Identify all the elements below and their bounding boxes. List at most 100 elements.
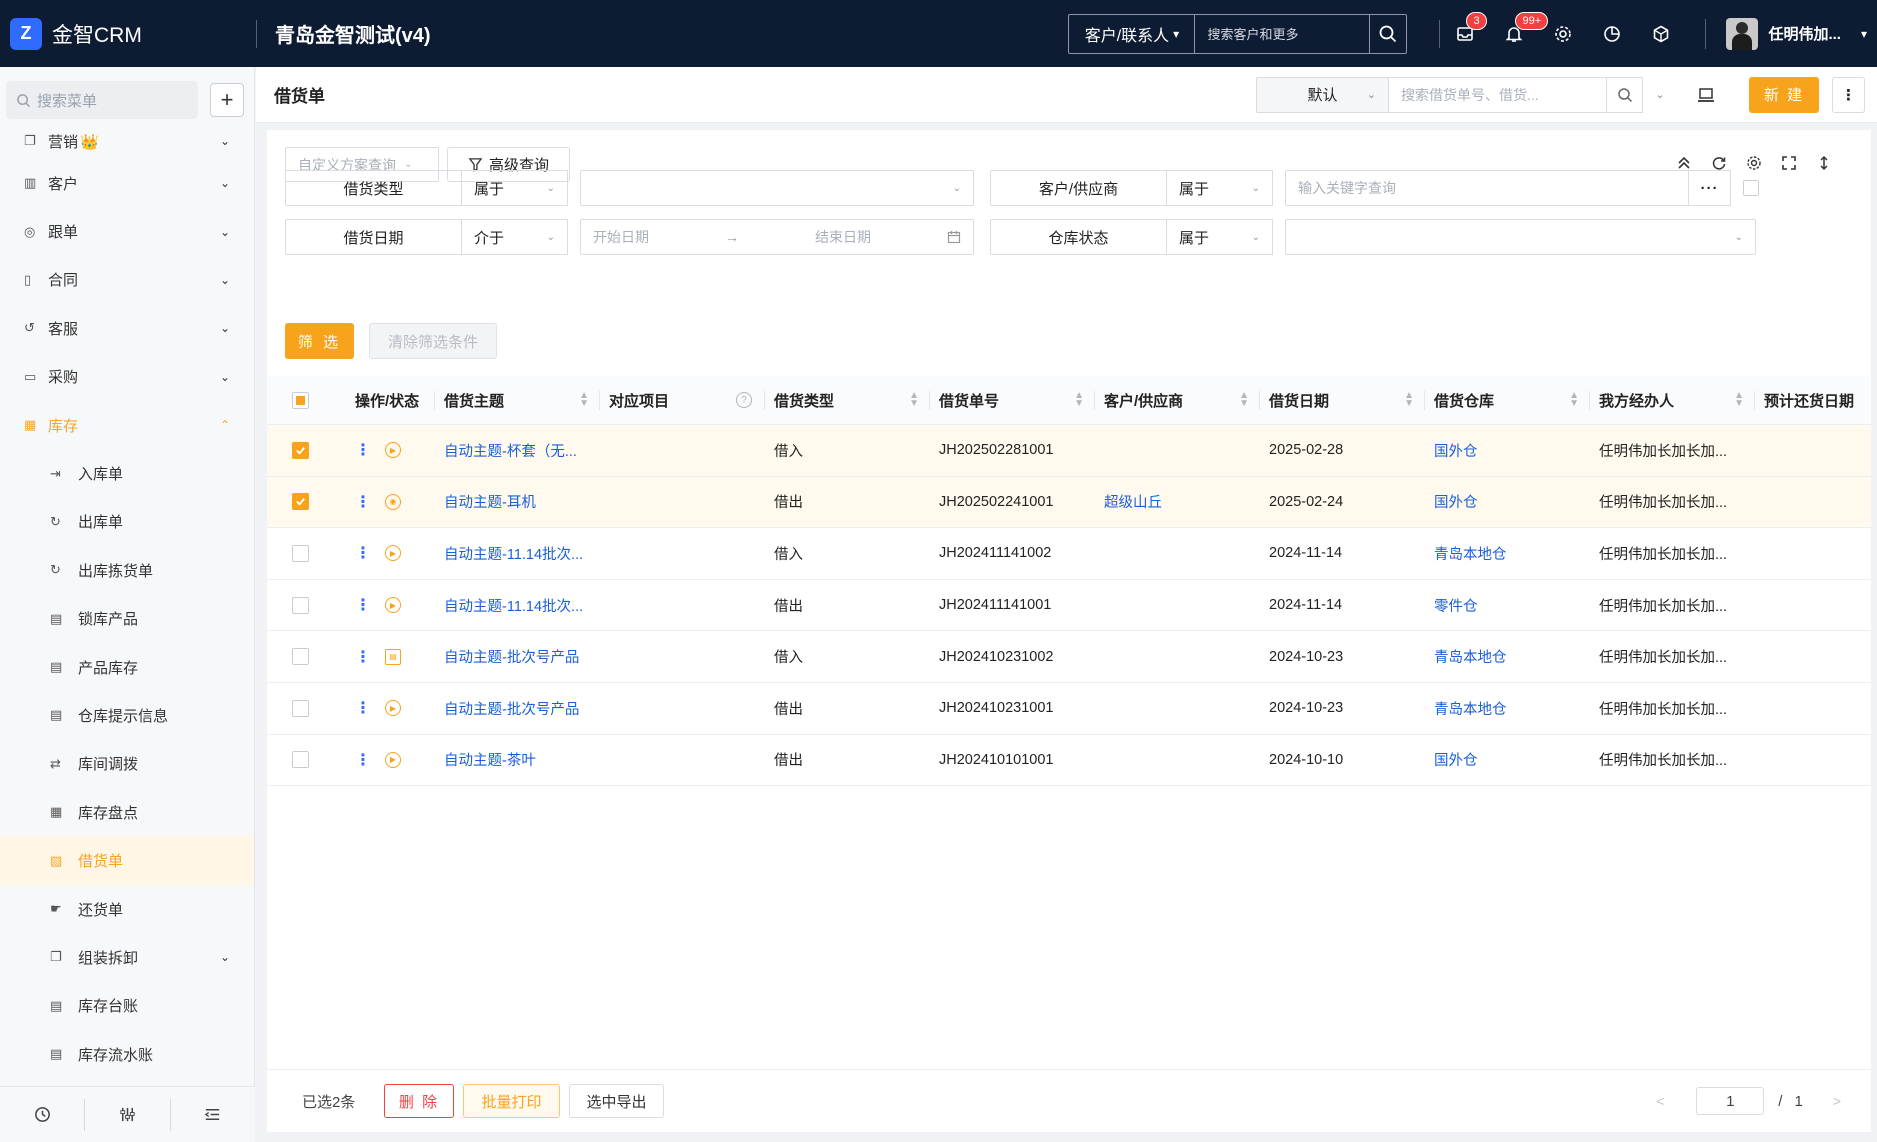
sidebar-item-transfer[interactable]: ⇄ 库间调拨 xyxy=(0,740,254,788)
warehouse-link[interactable]: 零件仓 xyxy=(1434,595,1478,616)
record-search-input[interactable]: 搜索借货单号、借货... xyxy=(1389,76,1607,113)
sidebar-item-stock-journal[interactable]: ▤ 库存流水账 xyxy=(0,1030,254,1078)
search-button[interactable] xyxy=(1370,15,1406,53)
end-date-input[interactable]: 结束日期 xyxy=(815,227,871,247)
app-button[interactable] xyxy=(1636,14,1685,54)
subject-link[interactable]: 自动主题-茶叶 xyxy=(444,749,536,770)
date-range-picker[interactable]: 开始日期 → 结束日期 xyxy=(580,219,974,255)
export-selected-button[interactable]: 选中导出 xyxy=(569,1084,664,1118)
sidebar-item-stocktake[interactable]: ▦ 库存盘点 xyxy=(0,788,254,836)
more-actions-button[interactable]: ⋮ xyxy=(1832,76,1865,113)
customer-link[interactable]: 超级山丘 xyxy=(1104,491,1162,512)
row-select-cell[interactable] xyxy=(267,580,333,631)
sidebar-item-customer[interactable]: ▥ 客户 ⌄ xyxy=(0,159,254,207)
filter-operator[interactable]: 介于 ⌄ xyxy=(462,219,568,255)
column-header-type[interactable]: 借货类型 ▲ ▼ xyxy=(764,376,929,424)
filter-field-borrow-date[interactable]: 借货日期 xyxy=(285,219,462,255)
filter-field-borrow-type[interactable]: 借货类型 xyxy=(285,170,462,206)
row-select-cell[interactable] xyxy=(267,425,333,476)
row-select-cell[interactable] xyxy=(267,735,333,786)
filter-operator[interactable]: 属于 ⌄ xyxy=(1167,219,1273,255)
warehouse-link[interactable]: 青岛本地仓 xyxy=(1434,698,1507,719)
sidebar-item-assembly[interactable]: ❐ 组装拆卸 ⌄ xyxy=(0,933,254,981)
sidebar-item-inventory[interactable]: ▦ 库存 ⌃ xyxy=(0,401,254,449)
sidebar-item-picking[interactable]: ↻ 出库拣货单 xyxy=(0,546,254,594)
sidebar-item-borrow[interactable]: ▧ 借货单 xyxy=(0,836,254,885)
select-all-checkbox[interactable] xyxy=(291,391,309,409)
customer-picker-button[interactable]: ··· xyxy=(1689,170,1731,206)
warehouse-status-value-select[interactable]: ⌄ xyxy=(1285,219,1756,255)
row-checkbox[interactable] xyxy=(291,699,309,717)
filter-checkbox[interactable] xyxy=(1743,180,1759,196)
start-date-input[interactable]: 开始日期 xyxy=(593,227,649,247)
new-button[interactable]: 新 建 xyxy=(1749,76,1819,113)
record-search-button[interactable] xyxy=(1607,76,1643,113)
sort-icon[interactable]: ▲ ▼ xyxy=(909,391,919,409)
row-checkbox[interactable] xyxy=(291,751,309,769)
warehouse-link[interactable]: 青岛本地仓 xyxy=(1434,646,1507,667)
row-select-cell[interactable] xyxy=(267,528,333,579)
adjust-button[interactable] xyxy=(84,1098,169,1131)
sort-icon[interactable]: ▲ ▼ xyxy=(1734,391,1744,409)
warehouse-link[interactable]: 青岛本地仓 xyxy=(1434,543,1507,564)
sidebar-item-return[interactable]: ☛ 还货单 xyxy=(0,885,254,933)
column-header-warehouse[interactable]: 借货仓库 ▲ ▼ xyxy=(1424,376,1589,424)
row-checkbox[interactable] xyxy=(291,441,309,459)
warehouse-link[interactable]: 国外仓 xyxy=(1434,491,1478,512)
sort-icon[interactable]: ▲ ▼ xyxy=(1239,391,1249,409)
view-select[interactable]: 默认 ⌄ xyxy=(1256,76,1389,113)
column-header-customer[interactable]: 客户/供应商 ▲ ▼ xyxy=(1094,376,1259,424)
row-checkbox[interactable] xyxy=(291,648,309,666)
column-header-agent[interactable]: 我方经办人 ▲ ▼ xyxy=(1589,376,1754,424)
menu-search-input[interactable]: 搜索菜单 xyxy=(6,81,198,119)
table-row[interactable]: ⋮ ◉ 自动主题-耳机 借出 JH202502241001 超级山丘 2025-02-24 国… xyxy=(267,476,1871,529)
next-page-icon[interactable]: > xyxy=(1833,1093,1841,1109)
history-button[interactable] xyxy=(0,1099,84,1131)
warehouse-link[interactable]: 国外仓 xyxy=(1434,440,1478,461)
sidebar-item-stock-out[interactable]: ↻ 出库单 xyxy=(0,498,254,546)
sidebar-item-product-stock[interactable]: ▤ 产品库存 xyxy=(0,643,254,691)
table-row[interactable]: ⋮ ▶ 自动主题-杯套（无... 借入 JH202502281001 2025-02-28… xyxy=(267,425,1871,477)
column-header-date[interactable]: 借货日期 ▲ ▼ xyxy=(1259,376,1424,424)
row-more-icon[interactable]: ⋮ xyxy=(355,698,371,718)
row-checkbox[interactable] xyxy=(291,544,309,562)
sidebar-item-purchase[interactable]: ▭ 采购 ⌄ xyxy=(0,353,254,401)
sort-icon[interactable]: ▲ ▼ xyxy=(1569,391,1579,409)
sidebar-item-stock-ledger[interactable]: ▤ 库存台账 xyxy=(0,982,254,1030)
apply-filter-button[interactable]: 筛 选 xyxy=(285,323,354,359)
sidebar-item-locked-products[interactable]: ▤ 锁库产品 xyxy=(0,595,254,643)
sidebar-item-contract[interactable]: ▯ 合同 ⌄ xyxy=(0,256,254,304)
sidebar-item-service[interactable]: ↺ 客服 ⌄ xyxy=(0,304,254,352)
row-select-cell[interactable] xyxy=(267,683,333,734)
customer-keyword-input[interactable]: 输入关键字查询 xyxy=(1285,170,1689,206)
layout-toggle-button[interactable] xyxy=(1691,80,1721,110)
help-icon[interactable]: ? xyxy=(736,392,752,408)
row-select-cell[interactable] xyxy=(267,631,333,682)
header-select-all[interactable] xyxy=(267,376,333,424)
filter-field-customer[interactable]: 客户/供应商 xyxy=(990,170,1167,206)
column-header-due-date[interactable]: 预计还货日期 xyxy=(1754,376,1857,424)
sort-icon[interactable]: ▲ ▼ xyxy=(1074,391,1084,409)
subject-link[interactable]: 自动主题-11.14批次... xyxy=(444,543,583,564)
filter-operator[interactable]: 属于 ⌄ xyxy=(1167,170,1273,206)
row-more-icon[interactable]: ⋮ xyxy=(355,543,371,563)
prev-page-icon[interactable]: < xyxy=(1656,1093,1664,1109)
row-more-icon[interactable]: ⋮ xyxy=(355,595,371,615)
search-options-chevron[interactable]: ⌄ xyxy=(1643,88,1677,101)
subject-link[interactable]: 自动主题-批次号产品 xyxy=(444,698,579,719)
row-select-cell[interactable] xyxy=(267,477,333,528)
row-checkbox[interactable] xyxy=(291,596,309,614)
table-row[interactable]: ⋮ ▶ 自动主题-批次号产品 借出 JH202410231001 2024-10-23 青岛… xyxy=(267,683,1871,735)
row-more-icon[interactable]: ⋮ xyxy=(355,492,371,512)
subject-link[interactable]: 自动主题-杯套（无... xyxy=(444,440,577,461)
collapse-menu-button[interactable] xyxy=(169,1098,255,1131)
subject-link[interactable]: 自动主题-耳机 xyxy=(444,491,536,512)
row-more-icon[interactable]: ⋮ xyxy=(355,647,371,667)
table-row[interactable]: ⋮ ▶ 自动主题-11.14批次... 借出 JH202411141001 2024-11… xyxy=(267,580,1871,632)
sort-icon[interactable]: ▲ ▼ xyxy=(579,391,589,409)
sidebar-item-follow[interactable]: ◎ 跟单 ⌄ xyxy=(0,207,254,255)
delete-button[interactable]: 删 除 xyxy=(384,1084,454,1118)
message-button[interactable]: 3 xyxy=(1440,11,1489,54)
row-more-icon[interactable]: ⋮ xyxy=(355,750,371,770)
column-header-subject[interactable]: 借货主题 ▲ ▼ xyxy=(434,376,599,424)
